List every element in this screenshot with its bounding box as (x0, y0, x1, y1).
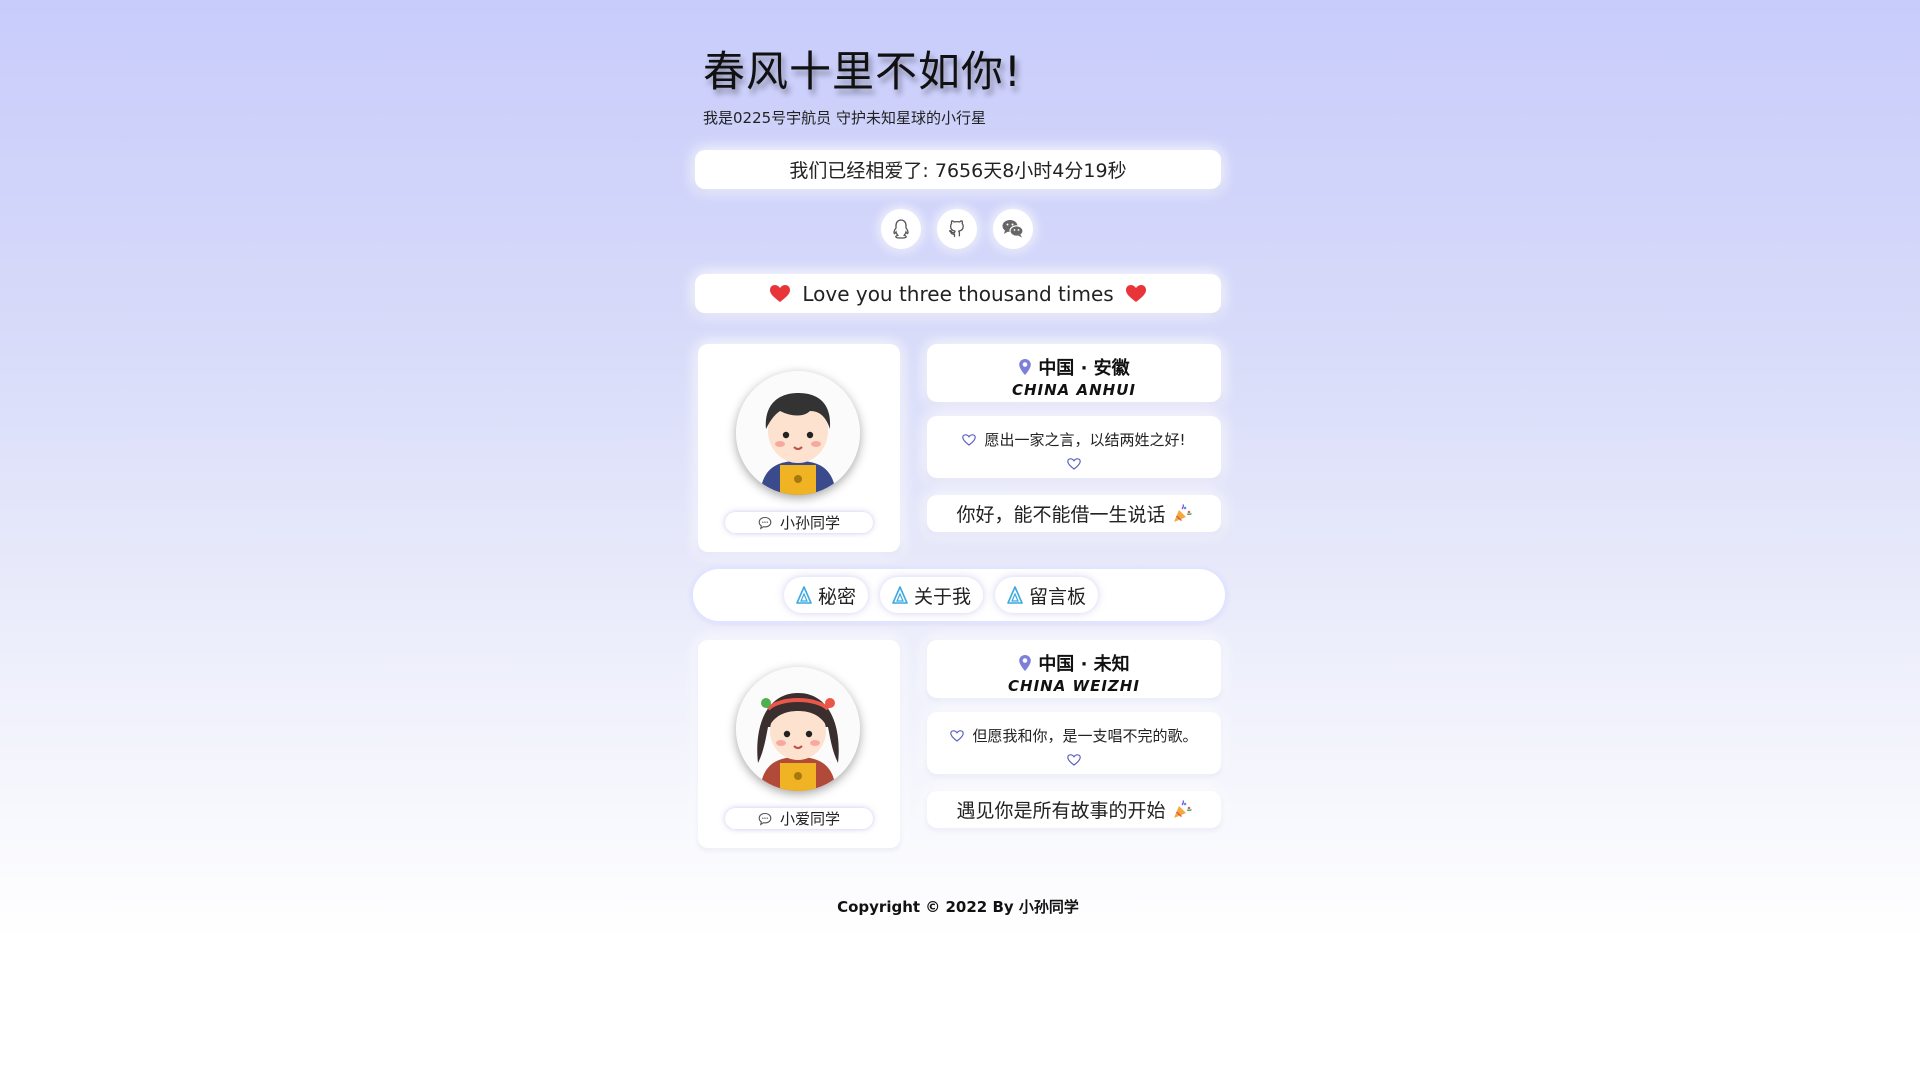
boy-avatar-image (736, 371, 860, 495)
nav-secret[interactable]: 秘密 (784, 577, 869, 613)
social-links (881, 209, 1033, 249)
greeting-text: 遇见你是所有故事的开始 (956, 800, 1166, 822)
heart-outline-icon (950, 729, 965, 742)
party-popper-icon (1173, 799, 1192, 818)
chat-bubble-icon (758, 812, 772, 826)
location-pin-icon (1019, 359, 1032, 375)
name-pill-boy[interactable]: 小孙同学 (725, 512, 873, 533)
love-text: Love you three thousand times (802, 281, 1114, 306)
wechat-icon (1002, 220, 1024, 238)
location-zh: 中国 · 未知 (1038, 654, 1130, 675)
github-icon (948, 220, 964, 238)
greeting-card-girl: 遇见你是所有故事的开始 (927, 791, 1221, 828)
avatar-girl[interactable] (736, 667, 860, 791)
profile-card-girl: 小爱同学 (698, 640, 900, 848)
chat-bubble-icon (758, 516, 772, 530)
nav-guestbook[interactable]: 留言板 (995, 577, 1099, 613)
name-pill-girl[interactable]: 小爱同学 (725, 808, 873, 829)
nav-about-label: 关于我 (914, 585, 972, 608)
qq-button[interactable] (881, 209, 921, 249)
page-subtitle: 我是0225号宇航员 守护未知星球的小行星 (703, 109, 986, 127)
heart-icon (770, 284, 791, 302)
quote-card-girl: 但愿我和你，是一支唱不完的歌。 (927, 712, 1221, 774)
love-timer: 我们已经相爱了: 7656天8小时4分19秒 (695, 150, 1221, 189)
greeting-text: 你好，能不能借一生说话 (956, 504, 1166, 526)
location-pin-icon (1019, 655, 1032, 671)
party-popper-icon (1173, 503, 1192, 522)
nav-guestbook-label: 留言板 (1029, 585, 1087, 608)
nav-bar: 秘密 关于我 留言板 (693, 569, 1225, 621)
location-en: CHINA WEIZHI (1008, 677, 1140, 695)
wechat-button[interactable] (993, 209, 1033, 249)
quote-card-boy: 愿出一家之言，以结两姓之好! (927, 416, 1221, 478)
page-title: 春风十里不如你! (703, 47, 1022, 96)
profile-name: 小爱同学 (779, 810, 840, 828)
greeting-card-boy: 你好，能不能借一生说话 (927, 495, 1221, 532)
footer-copyright: Copyright © 2022 By 小孙同学 (837, 898, 1079, 916)
nav-about[interactable]: 关于我 (880, 577, 984, 613)
heart-icon (1125, 284, 1146, 302)
nav-secret-label: 秘密 (818, 585, 857, 608)
triangle-ruler-icon (1007, 586, 1023, 604)
love-banner: Love you three thousand times (695, 274, 1221, 313)
heart-outline-icon (1067, 754, 1081, 766)
location-en: CHINA ANHUI (1011, 381, 1136, 399)
location-card-boy: 中国 · 安徽 CHINA ANHUI (927, 344, 1221, 402)
github-button[interactable] (937, 209, 977, 249)
qq-icon (893, 219, 909, 239)
location-card-girl: 中国 · 未知 CHINA WEIZHI (927, 640, 1221, 698)
avatar-boy[interactable] (736, 371, 860, 495)
girl-avatar-image (736, 667, 860, 791)
quote-text: 愿出一家之言，以结两姓之好! (984, 431, 1186, 449)
love-timer-text: 我们已经相爱了: 7656天8小时4分19秒 (789, 160, 1127, 182)
profile-card-boy: 小孙同学 (698, 344, 900, 552)
heart-outline-icon (962, 433, 977, 446)
heart-outline-icon (1067, 458, 1081, 470)
profile-name: 小孙同学 (779, 514, 840, 532)
triangle-ruler-icon (892, 586, 908, 604)
quote-text: 但愿我和你，是一支唱不完的歌。 (972, 727, 1198, 745)
location-zh: 中国 · 安徽 (1038, 358, 1130, 379)
triangle-ruler-icon (796, 586, 812, 604)
